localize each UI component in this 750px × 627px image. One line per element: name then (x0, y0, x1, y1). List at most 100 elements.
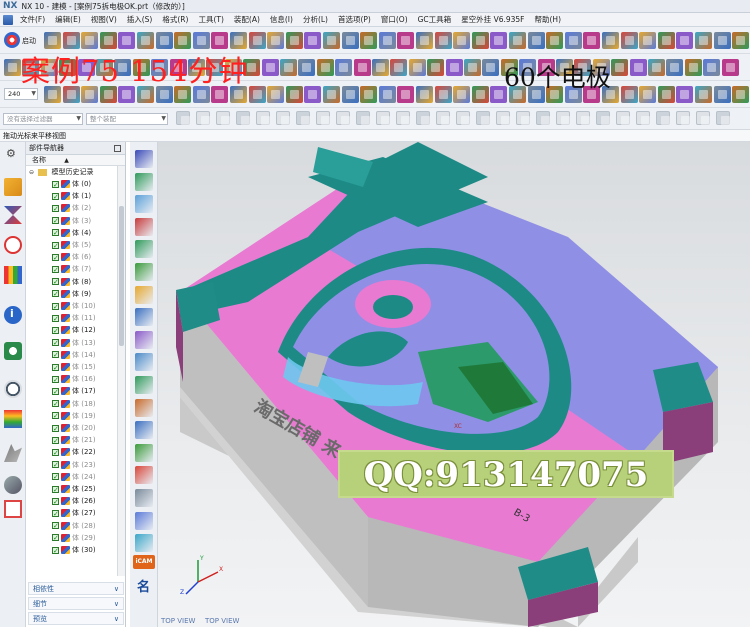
mold-tool-icon[interactable] (135, 150, 153, 168)
checkbox-icon[interactable] (52, 191, 59, 203)
snap-filter-icon[interactable] (596, 111, 610, 125)
tree-item-body[interactable]: 体 (23) (52, 459, 96, 471)
snap-filter-icon[interactable] (496, 111, 510, 125)
view-tool-icon[interactable] (248, 86, 266, 103)
modeling-tool-icon[interactable] (620, 32, 638, 49)
modeling-tool-icon[interactable] (397, 32, 415, 49)
tree-item-body[interactable]: 体 (17) (52, 385, 96, 398)
view-tool-icon[interactable] (639, 86, 657, 103)
system-scenes-icon[interactable] (4, 476, 22, 494)
modeling-tool-icon[interactable] (527, 32, 545, 49)
mold-tool-icon[interactable] (135, 285, 153, 304)
feature-tool-icon[interactable] (408, 59, 426, 76)
checkbox-icon[interactable] (52, 459, 59, 471)
snap-filter-icon[interactable] (476, 111, 490, 125)
modeling-tool-icon[interactable] (453, 32, 471, 49)
modeling-tool-icon[interactable] (509, 32, 526, 49)
modeling-tool-icon[interactable] (211, 32, 229, 49)
tree-item-body[interactable]: 体 (9) (52, 288, 91, 300)
checkbox-icon[interactable] (52, 227, 59, 239)
tree-item-body[interactable]: 体 (27) (52, 507, 96, 520)
reuse-library-icon[interactable] (4, 266, 22, 284)
start-label[interactable]: 启动 (22, 36, 36, 46)
mold-tool-icon[interactable] (135, 489, 153, 507)
feature-tool-icon[interactable] (335, 59, 353, 76)
snap-filter-icon[interactable] (176, 111, 190, 125)
feature-tool-icon[interactable] (390, 59, 408, 76)
icam-button[interactable]: iCAM (133, 555, 155, 569)
name-tool-button[interactable]: 名 (137, 576, 150, 595)
mold-tool-icon[interactable] (135, 195, 153, 214)
mold-tool-icon[interactable] (135, 172, 153, 191)
checkbox-icon[interactable] (52, 545, 59, 557)
feature-tool-icon[interactable] (280, 59, 297, 76)
feature-tool-icon[interactable] (372, 59, 389, 76)
web-browser-icon[interactable] (4, 342, 22, 360)
view-tool-icon[interactable] (695, 86, 712, 103)
tree-item-body[interactable]: 体 (6) (52, 251, 91, 264)
tree-item-body[interactable]: 体 (26) (52, 495, 96, 508)
tree-item-body[interactable]: 体 (16) (52, 373, 96, 386)
view-tool-icon[interactable] (267, 86, 285, 103)
snap-filter-icon[interactable] (556, 111, 570, 125)
feature-tool-icon[interactable] (648, 59, 665, 76)
feature-tool-icon[interactable] (261, 59, 279, 76)
scrollbar-thumb[interactable] (119, 206, 124, 346)
start-menu-icon[interactable] (3, 14, 13, 25)
tree-item-body[interactable]: 体 (24) (52, 471, 96, 483)
view-tool-icon[interactable] (378, 86, 396, 103)
checkbox-icon[interactable] (52, 410, 59, 422)
checkbox-icon[interactable] (52, 264, 59, 276)
tree-item-body[interactable]: 体 (19) (52, 410, 96, 422)
menu-file[interactable]: 文件(F) (15, 14, 50, 25)
checkbox-icon[interactable] (52, 447, 59, 459)
menu-information[interactable]: 信息(I) (265, 14, 298, 25)
tree-item-body[interactable]: 体 (21) (52, 434, 96, 447)
modeling-tool-icon[interactable] (230, 32, 247, 49)
history-clock-icon[interactable] (4, 380, 22, 398)
menu-gc-toolkit[interactable]: GC工具箱 (413, 14, 457, 25)
feature-tool-icon[interactable] (611, 59, 629, 76)
checkbox-icon[interactable] (52, 337, 59, 349)
menu-view[interactable]: 视图(V) (86, 14, 122, 25)
checkbox-icon[interactable] (52, 325, 59, 337)
checkbox-icon[interactable] (52, 520, 59, 532)
snap-filter-icon[interactable] (276, 111, 290, 125)
tree-item-body[interactable]: 体 (4) (52, 227, 91, 239)
modeling-tool-icon[interactable] (583, 32, 601, 49)
tree-item-body[interactable]: 体 (14) (52, 349, 96, 361)
checkbox-icon[interactable] (52, 301, 59, 313)
palette-icon[interactable] (4, 410, 22, 428)
part-navigator-icon[interactable] (4, 236, 22, 254)
tree-item-body[interactable]: 体 (12) (52, 324, 96, 337)
modeling-tool-icon[interactable] (285, 32, 303, 49)
feature-tool-icon[interactable] (703, 59, 721, 76)
snap-filter-icon[interactable] (256, 111, 270, 125)
checkbox-icon[interactable] (52, 374, 59, 386)
view-tool-icon[interactable] (323, 86, 340, 103)
checkbox-icon[interactable] (52, 532, 59, 544)
tree-item-body[interactable]: 体 (1) (52, 190, 91, 203)
checkbox-icon[interactable] (52, 386, 59, 398)
checkbox-icon[interactable] (52, 240, 59, 252)
mold-tool-icon[interactable] (135, 308, 153, 327)
checkbox-icon[interactable] (52, 203, 59, 215)
modeling-tool-icon[interactable] (713, 32, 731, 49)
mold-tool-icon[interactable] (135, 353, 153, 372)
view-tool-icon[interactable] (471, 86, 489, 103)
menu-insert[interactable]: 插入(S) (122, 14, 158, 25)
view-tool-icon[interactable] (341, 86, 359, 103)
view-tool-icon[interactable] (285, 86, 303, 103)
snap-filter-icon[interactable] (436, 111, 450, 125)
checkbox-icon[interactable] (52, 179, 59, 191)
snap-filter-icon[interactable] (656, 111, 670, 125)
snap-filter-icon[interactable] (236, 111, 250, 125)
mold-tool-icon[interactable] (135, 511, 153, 530)
view-tool-icon[interactable] (416, 86, 433, 103)
view-tool-icon[interactable] (453, 86, 471, 103)
mold-tool-icon[interactable] (135, 398, 153, 417)
snap-filter-icon[interactable] (456, 111, 470, 125)
tree-item-body[interactable]: 体 (11) (52, 312, 96, 325)
snap-filter-icon[interactable] (416, 111, 430, 125)
snap-filter-icon[interactable] (296, 111, 310, 125)
